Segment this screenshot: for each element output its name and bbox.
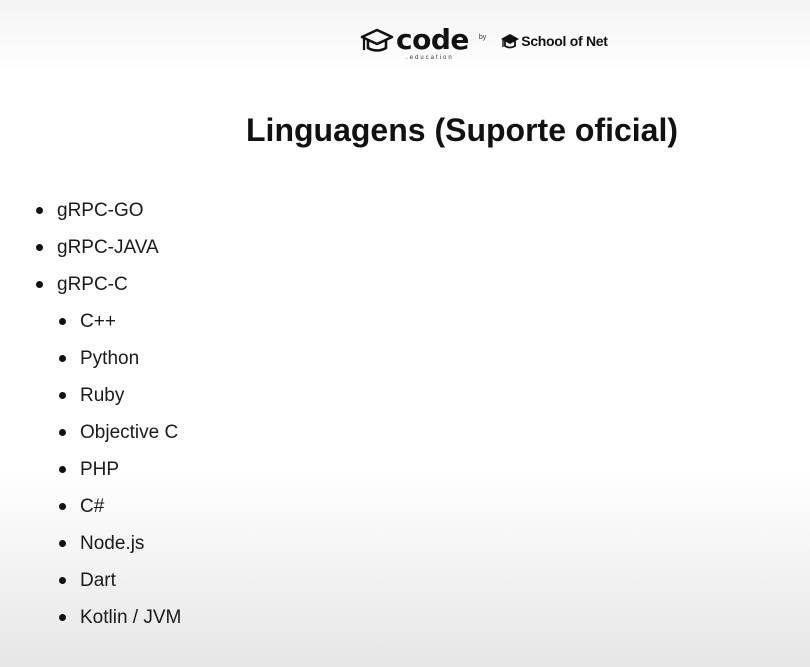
- graduation-cap-icon: [360, 28, 394, 52]
- slide-title: Linguagens (Suporte oficial): [246, 112, 679, 148]
- sub-list-item: PHP: [58, 451, 181, 488]
- school-of-net-logo: School of Net: [500, 32, 608, 50]
- sub-list-item: Python: [58, 340, 181, 377]
- list-item-label: C++: [80, 311, 116, 332]
- list-item-label: Ruby: [80, 385, 125, 406]
- code-wordmark: code .education: [396, 23, 469, 62]
- graduation-cap-icon: [501, 34, 520, 49]
- sub-list-item: Objective C: [58, 414, 181, 451]
- list-item-label: gRPC-C: [57, 274, 128, 295]
- sub-list-item: Kotlin / JVM: [58, 599, 182, 636]
- list-item-label: Objective C: [80, 422, 179, 443]
- grpc-c-sublist: C++ Python Ruby Objective C PHP C# Node.…: [58, 303, 182, 636]
- code-logo-text: code: [396, 23, 469, 56]
- sub-list-item: Node.js: [58, 525, 181, 562]
- list-item-label: Python: [80, 348, 140, 369]
- sub-list-item: Ruby: [58, 377, 181, 414]
- language-list: gRPC-GO gRPC-JAVA gRPC-C: [36, 192, 159, 303]
- list-item: gRPC-C: [36, 266, 159, 303]
- code-education-logo: code .education: [360, 26, 469, 61]
- list-item-label: gRPC-JAVA: [57, 237, 159, 258]
- by-label: by: [478, 34, 487, 41]
- logo-bar: code .education by School of Net: [360, 26, 608, 62]
- sub-list-item: Dart: [58, 562, 181, 599]
- list-item-label: Node.js: [80, 533, 145, 554]
- list-item-label: gRPC-GO: [57, 200, 144, 221]
- list-item: gRPC-JAVA: [36, 229, 159, 266]
- sub-list-item: C#: [58, 488, 181, 525]
- code-logo-subtext: .education: [406, 55, 454, 61]
- list-item-label: PHP: [80, 459, 120, 480]
- list-item-label: C#: [80, 496, 105, 517]
- school-of-net-text: School of Net: [521, 33, 608, 49]
- list-item: gRPC-GO: [36, 192, 159, 229]
- list-item-label: Dart: [80, 570, 116, 591]
- sub-list-item: C++: [58, 303, 181, 340]
- list-item-label: Kotlin / JVM: [80, 607, 182, 628]
